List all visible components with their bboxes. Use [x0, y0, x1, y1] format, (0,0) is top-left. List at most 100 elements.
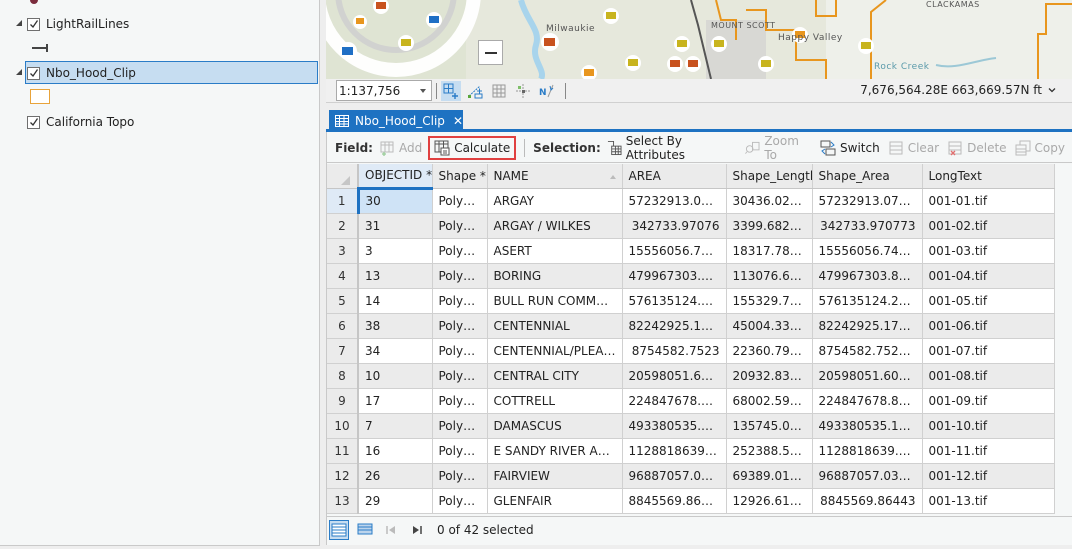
layer-lightraillines[interactable]: LightRailLines	[27, 13, 129, 35]
row-number[interactable]: 1	[327, 188, 360, 214]
table-cell[interactable]: 1128818639.219627	[812, 438, 923, 464]
table-cell[interactable]: 001-01.tif	[922, 188, 1055, 214]
layer-visibility-checkbox[interactable]	[27, 66, 40, 80]
table-cell[interactable]: FAIRVIEW	[487, 463, 623, 489]
switch-selection-button[interactable]: Switch	[820, 140, 880, 156]
last-record-button[interactable]	[407, 520, 427, 540]
table-cell[interactable]: 001-04.tif	[922, 263, 1055, 289]
table-cell[interactable]: 45004.332586	[726, 313, 813, 339]
table-row[interactable]: 3 3 Polygon ASERT 15556056.74772 18317.784874…	[327, 238, 1055, 264]
table-cell[interactable]: Polygon	[432, 413, 488, 439]
table-cell[interactable]: Polygon	[432, 338, 488, 364]
table-cell[interactable]: 155329.748696	[726, 288, 813, 314]
row-number[interactable]: 4	[327, 263, 359, 289]
table-cell[interactable]: 135745.014638	[726, 413, 813, 439]
constraints-icon[interactable]	[513, 81, 533, 101]
table-cell[interactable]: 17	[358, 388, 433, 414]
table-cell[interactable]: 20932.836282	[726, 363, 813, 389]
row-number[interactable]: 13	[327, 488, 359, 514]
table-cell[interactable]: ASERT	[487, 238, 623, 264]
table-cell[interactable]: CENTENNIAL/PLEAS...	[487, 338, 623, 364]
show-all-records-button[interactable]	[329, 519, 349, 540]
scale-dropdown[interactable]: 1:137,756	[336, 80, 432, 101]
add-field-button[interactable]: Add	[379, 140, 422, 156]
table-cell[interactable]: Polygon	[432, 438, 488, 464]
table-cell[interactable]: 20598051.601261	[812, 363, 923, 389]
table-cell[interactable]: 001-02.tif	[922, 213, 1055, 239]
table-cell[interactable]: Polygon	[432, 363, 488, 389]
row-number[interactable]: 7	[327, 338, 359, 364]
table-cell[interactable]: 224847678.88382	[622, 388, 727, 414]
table-cell[interactable]: Polygon	[432, 313, 488, 339]
table-cell[interactable]: Polygon	[432, 288, 488, 314]
table-cell[interactable]: 31	[358, 213, 433, 239]
table-cell[interactable]: E SANDY RIVER AREA	[487, 438, 623, 464]
table-cell[interactable]: CENTRAL CITY	[487, 363, 623, 389]
table-cell[interactable]: ARGAY	[487, 188, 623, 214]
table-row[interactable]: 12 26 Polygon FAIRVIEW 96887057.0344 69389.01…	[327, 463, 1055, 489]
table-row[interactable]: 2 31 Polygon ARGAY / WILKES 342733.97076 3399…	[327, 213, 1055, 239]
table-cell[interactable]: 001-07.tif	[922, 338, 1055, 364]
row-number[interactable]: 5	[327, 288, 359, 314]
row-number[interactable]: 3	[327, 238, 359, 264]
table-cell[interactable]: 8754582.752312	[812, 338, 923, 364]
map-view[interactable]: Milwaukie MOUNT SCOTT Happy Valley CLACK…	[326, 0, 1072, 79]
table-cell[interactable]: Polygon	[432, 463, 488, 489]
layer-visibility-checkbox[interactable]	[27, 17, 40, 31]
table-cell[interactable]: 68002.595015	[726, 388, 813, 414]
table-cell[interactable]: 82242925.17689	[622, 313, 727, 339]
table-row[interactable]: 917PolygonCOTTRELL224847678.8838268002.5…	[327, 388, 1055, 414]
table-cell[interactable]: 1128818639.21958	[622, 438, 727, 464]
table-cell[interactable]: GLENFAIR	[487, 488, 623, 514]
table-cell[interactable]: 3	[358, 238, 433, 264]
table-cell[interactable]: 22360.795182	[726, 338, 813, 364]
table-cell[interactable]: ARGAY / WILKES	[487, 213, 623, 239]
select-all-corner[interactable]	[327, 164, 359, 189]
table-cell[interactable]: 30436.020614	[726, 188, 813, 214]
table-cell[interactable]: 10	[358, 363, 433, 389]
table-cell[interactable]: 57232913.0715	[622, 188, 727, 214]
row-number[interactable]: 9	[327, 388, 359, 414]
table-cell[interactable]: Polygon	[432, 388, 488, 414]
table-row[interactable]: 7 34 Polygon CENTENNIAL/PLEAS... 8754582.752…	[327, 338, 1055, 364]
table-cell[interactable]: 3399.682986	[726, 213, 813, 239]
table-cell[interactable]: 252388.577806	[726, 438, 813, 464]
row-number[interactable]: 8	[327, 363, 359, 389]
table-cell[interactable]: 001-10.tif	[922, 413, 1055, 439]
table-cell[interactable]: DAMASCUS	[487, 413, 623, 439]
row-number[interactable]: 2	[327, 213, 359, 239]
select-by-attributes-button[interactable]: Select By Attributes	[607, 134, 738, 162]
table-cell[interactable]: 113076.602743	[726, 263, 813, 289]
table-row[interactable]: 8 10 Polygon CENTRAL CITY 20598051.60127 2093…	[327, 363, 1055, 389]
table-cell[interactable]: 38	[358, 313, 433, 339]
table-cell[interactable]: 20598051.60127	[622, 363, 727, 389]
table-cell[interactable]: 8754582.7523	[622, 338, 727, 364]
table-cell[interactable]: 30	[358, 188, 433, 214]
table-cell[interactable]: 69389.010774	[726, 463, 813, 489]
row-number[interactable]: 10	[327, 413, 359, 439]
table-row[interactable]: 413PolygonBORING479967303.89949113076.60…	[327, 263, 1055, 289]
row-number[interactable]: 6	[327, 313, 359, 339]
table-cell[interactable]: 8845569.86444	[622, 488, 727, 514]
table-row[interactable]: 6 38 Polygon CENTENNIAL 82242925.17689 45004.…	[327, 313, 1055, 339]
column-header-shape-area[interactable]: Shape_Area	[812, 164, 923, 189]
column-header-longtext[interactable]: LongText	[922, 164, 1055, 189]
table-cell[interactable]: Polygon	[432, 238, 488, 264]
expand-nbo-hood-clip-icon[interactable]	[16, 69, 22, 75]
table-cell[interactable]: 15556056.74772	[622, 238, 727, 264]
table-cell[interactable]: Polygon	[432, 488, 488, 514]
row-number[interactable]: 12	[327, 463, 359, 489]
table-row[interactable]: 107PolygonDAMASCUS493380535.16897135745.…	[327, 413, 1055, 439]
zoom-to-button[interactable]: Zoom To	[745, 134, 812, 162]
table-cell[interactable]: 224847678.883881	[812, 388, 923, 414]
table-cell[interactable]: Polygon	[432, 213, 488, 239]
table-cell[interactable]: 342733.97076	[622, 213, 727, 239]
table-cell[interactable]: 001-13.tif	[922, 488, 1055, 514]
table-cell[interactable]: 001-03.tif	[922, 238, 1055, 264]
table-cell[interactable]: 001-06.tif	[922, 313, 1055, 339]
table-cell[interactable]: 493380535.169007	[812, 413, 923, 439]
table-cell[interactable]: 576135124.28247	[622, 288, 727, 314]
calculate-field-button[interactable]: Calculate	[428, 136, 517, 160]
table-cell[interactable]: 16	[358, 438, 433, 464]
table-cell[interactable]: 13	[358, 263, 433, 289]
